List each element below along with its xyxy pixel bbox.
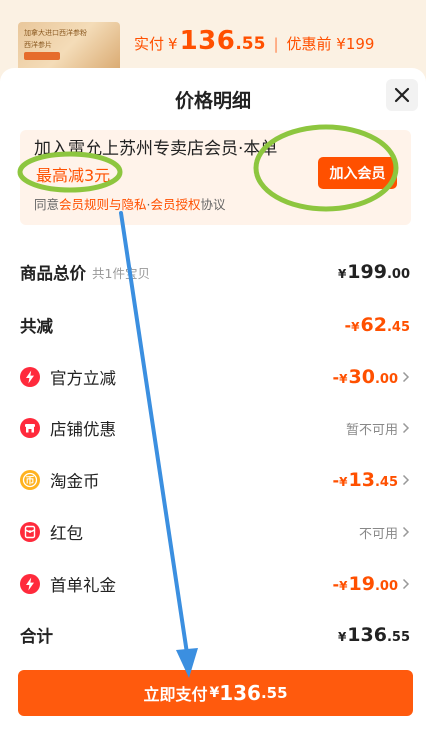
row-sub-label: 共1件宝贝 [92, 265, 150, 281]
amount-int: 19 [348, 573, 375, 595]
row-goods-total: 商品总价 共1件宝贝 ¥199.00 [20, 257, 410, 287]
currency-symbol: ¥ [339, 372, 348, 386]
row-first-order-gift[interactable]: 首单礼金 - ¥19.00 [20, 569, 410, 599]
row-label: 共减 [20, 317, 53, 336]
row-label: 红包 [50, 524, 83, 543]
price-separator: | [273, 35, 279, 53]
amount-dec: .00 [374, 579, 398, 594]
first-order-gift-amount: - ¥19.00 [333, 573, 410, 595]
amount-int: 199 [347, 261, 387, 283]
minus-sign: - [344, 316, 352, 335]
row-label: 淘金币 [50, 472, 100, 491]
thumbnail-text-2: 西洋参片 [24, 41, 52, 49]
chevron-right-icon [402, 422, 410, 434]
chevron-right-icon [402, 578, 410, 590]
row-label: 商品总价 [20, 264, 86, 283]
official-discount-amount: - ¥30.00 [333, 366, 410, 388]
promo-agreement: 同意会员规则与隐私·会员授权协议 [34, 194, 226, 213]
row-label: 店铺优惠 [50, 420, 116, 439]
amount-dec: .00 [386, 267, 410, 282]
row-official-discount[interactable]: 官方立减 - ¥30.00 [20, 362, 410, 392]
product-thumbnail: 加拿大进口西洋参粉 西洋参片 [18, 22, 120, 72]
bolt-icon [20, 367, 40, 387]
row-label: 官方立减 [50, 369, 116, 388]
close-icon [394, 87, 410, 103]
thumbnail-text-1: 加拿大进口西洋参粉 [24, 29, 87, 37]
currency-symbol: ¥ [337, 267, 347, 281]
minus-sign: - [332, 368, 340, 387]
amount-int: 13 [348, 469, 375, 491]
amount-dec: .55 [386, 630, 410, 645]
membership-promo: 加入雷允上苏州专卖店会员·本单 最高减3元 同意会员规则与隐私·会员授权协议 加… [20, 130, 411, 225]
member-rules-link[interactable]: 会员规则与隐私 [59, 197, 147, 212]
currency-symbol: ¥ [337, 630, 347, 644]
row-label: 合计 [20, 627, 53, 646]
row-tao-coins[interactable]: 币 淘金币 - ¥13.45 [20, 465, 410, 495]
tao-coins-amount: - ¥13.45 [333, 469, 410, 491]
currency-symbol: ¥ [351, 320, 360, 334]
amount-dec: .45 [386, 320, 410, 335]
coin-icon: 币 [20, 470, 40, 490]
pay-button-currency: ¥ [209, 685, 220, 701]
red-packet-icon [20, 522, 40, 542]
row-red-packet[interactable]: 红包 不可用 [20, 517, 410, 547]
paid-price-currency: ¥ [168, 35, 178, 53]
shop-discount-status: 暂不可用 [346, 419, 410, 438]
promo-max-discount: 最高减3元 [36, 166, 111, 185]
row-label: 首单礼金 [50, 576, 116, 595]
row-sum: 合计 ¥136.55 [20, 620, 410, 650]
amount-dec: .45 [374, 475, 398, 490]
paid-price-label: 实付 [134, 35, 165, 53]
pay-button-dec: .55 [260, 684, 288, 702]
close-button[interactable] [386, 79, 418, 111]
chevron-right-icon [402, 474, 410, 486]
pay-now-button[interactable]: 立即支付 ¥136.55 [18, 670, 413, 716]
agree-prefix: 同意 [34, 197, 60, 212]
row-shop-discount[interactable]: 店铺优惠 暂不可用 [20, 413, 410, 443]
sum-amount: ¥136.55 [338, 624, 410, 646]
currency-symbol: ¥ [339, 475, 348, 489]
status-text: 暂不可用 [345, 422, 398, 438]
join-member-button[interactable]: 加入会员 [318, 157, 397, 189]
thumbnail-tag [24, 52, 60, 60]
paid-price: 实付 ¥ 136 .55 | 优惠前 ¥199 [134, 26, 374, 56]
total-discount-amount: - ¥62.45 [345, 314, 410, 336]
chevron-right-icon [402, 371, 410, 383]
pay-button-int: 136 [219, 681, 261, 705]
amount-int: 136 [347, 624, 387, 646]
paid-price-int: 136 [179, 26, 236, 56]
paid-price-dec: .55 [235, 34, 266, 54]
svg-text:币: 币 [25, 476, 34, 487]
chevron-right-icon [402, 526, 410, 538]
agree-suffix: 协议 [200, 197, 226, 212]
amount-int: 62 [360, 314, 387, 336]
amount-dec: .00 [374, 372, 398, 387]
price-before-discount: 优惠前 ¥199 [286, 35, 375, 53]
status-text: 不可用 [358, 526, 398, 542]
minus-sign: - [332, 575, 340, 594]
promo-title: 加入雷允上苏州专卖店会员·本单 [34, 139, 278, 159]
minus-sign: - [332, 471, 340, 490]
goods-total-amount: ¥199.00 [338, 261, 410, 283]
red-packet-status: 不可用 [359, 523, 410, 542]
currency-symbol: ¥ [339, 579, 348, 593]
amount-int: 30 [348, 366, 375, 388]
shop-icon [20, 418, 40, 438]
pay-button-label: 立即支付 [143, 685, 208, 704]
bolt-icon [20, 574, 40, 594]
sheet-title: 价格明细 [174, 90, 251, 112]
member-authorization-link[interactable]: 会员授权 [151, 197, 201, 212]
row-total-discount: 共减 - ¥62.45 [20, 310, 410, 340]
